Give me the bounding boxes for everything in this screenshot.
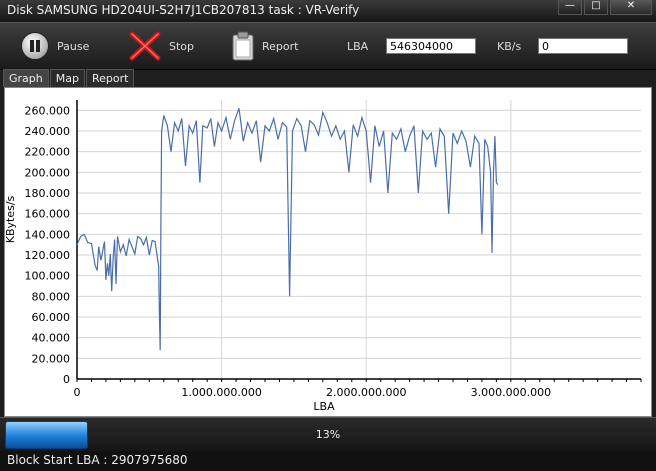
maximize-button[interactable]: □: [584, 0, 608, 15]
window-title: Disk SAMSUNG HD204UI-S2H7J1CB207813 task…: [7, 3, 360, 17]
report-label: Report: [262, 39, 299, 53]
y-tick-label: 160.000: [25, 208, 71, 221]
speed-series-line: [76, 108, 499, 351]
x-tick-label: 1.000.000.000: [181, 386, 261, 399]
close-button[interactable]: ✕: [610, 0, 652, 15]
pause-button[interactable]: Pause: [21, 31, 89, 61]
y-tick-label: 200.000: [25, 166, 71, 179]
y-tick-label: 0: [63, 373, 70, 386]
tab-bar: Graph Map Report: [3, 69, 135, 87]
pause-icon: [21, 32, 49, 60]
x-tick-label: 0: [74, 386, 81, 399]
y-tick-label: 120.000: [25, 249, 71, 262]
speed-chart: 0 20.000 40.000 60.000 80.000 100.000 120.000 1…: [5, 100, 642, 413]
tab-map[interactable]: Map: [49, 69, 85, 87]
kbs-field[interactable]: 0: [538, 38, 628, 54]
y-tick-label: 260.000: [25, 104, 71, 117]
stop-icon: [129, 31, 161, 61]
y-axis-label: KBytes/s: [5, 195, 17, 243]
report-button[interactable]: Report: [232, 31, 298, 61]
tab-graph[interactable]: Graph: [3, 69, 49, 87]
progress-area: 13%: [0, 417, 656, 452]
lba-field[interactable]: 546304000: [386, 38, 476, 54]
y-tick-label: 240.000: [25, 125, 71, 138]
lba-label: LBA: [347, 40, 369, 53]
y-tick-label: 80.000: [32, 290, 71, 303]
graph-panel: 0 20.000 40.000 60.000 80.000 100.000 120.000 1…: [4, 87, 652, 417]
pause-label: Pause: [57, 39, 90, 53]
progress-percent: 13%: [315, 428, 341, 441]
y-tick-label: 140.000: [25, 228, 71, 241]
title-bar: Disk SAMSUNG HD204UI-S2H7J1CB207813 task…: [0, 0, 656, 22]
status-bar: Block Start LBA : 2907975680: [0, 451, 656, 471]
y-tick-label: 40.000: [32, 332, 71, 345]
x-axis-label: LBA: [313, 400, 335, 413]
y-tick-label: 20.000: [32, 352, 71, 365]
y-tick-label: 180.000: [25, 187, 71, 200]
stop-button[interactable]: Stop: [129, 31, 194, 61]
minimize-button[interactable]: —: [558, 0, 582, 15]
y-tick-label: 220.000: [25, 146, 71, 159]
clipboard-icon: [232, 31, 254, 61]
block-start-lba: Block Start LBA : 2907975680: [7, 453, 188, 467]
x-tick-label: 3.000.000.000: [471, 386, 551, 399]
toolbar: Pause Stop Report LBA 546304000 KB/s 0: [0, 22, 656, 70]
x-tick-label: 2.000.000.000: [326, 386, 406, 399]
tab-report[interactable]: Report: [85, 69, 135, 87]
y-tick-label: 100.000: [25, 270, 71, 283]
stop-label: Stop: [169, 39, 195, 53]
kbs-label: KB/s: [497, 40, 522, 53]
y-tick-label: 60.000: [32, 311, 71, 324]
